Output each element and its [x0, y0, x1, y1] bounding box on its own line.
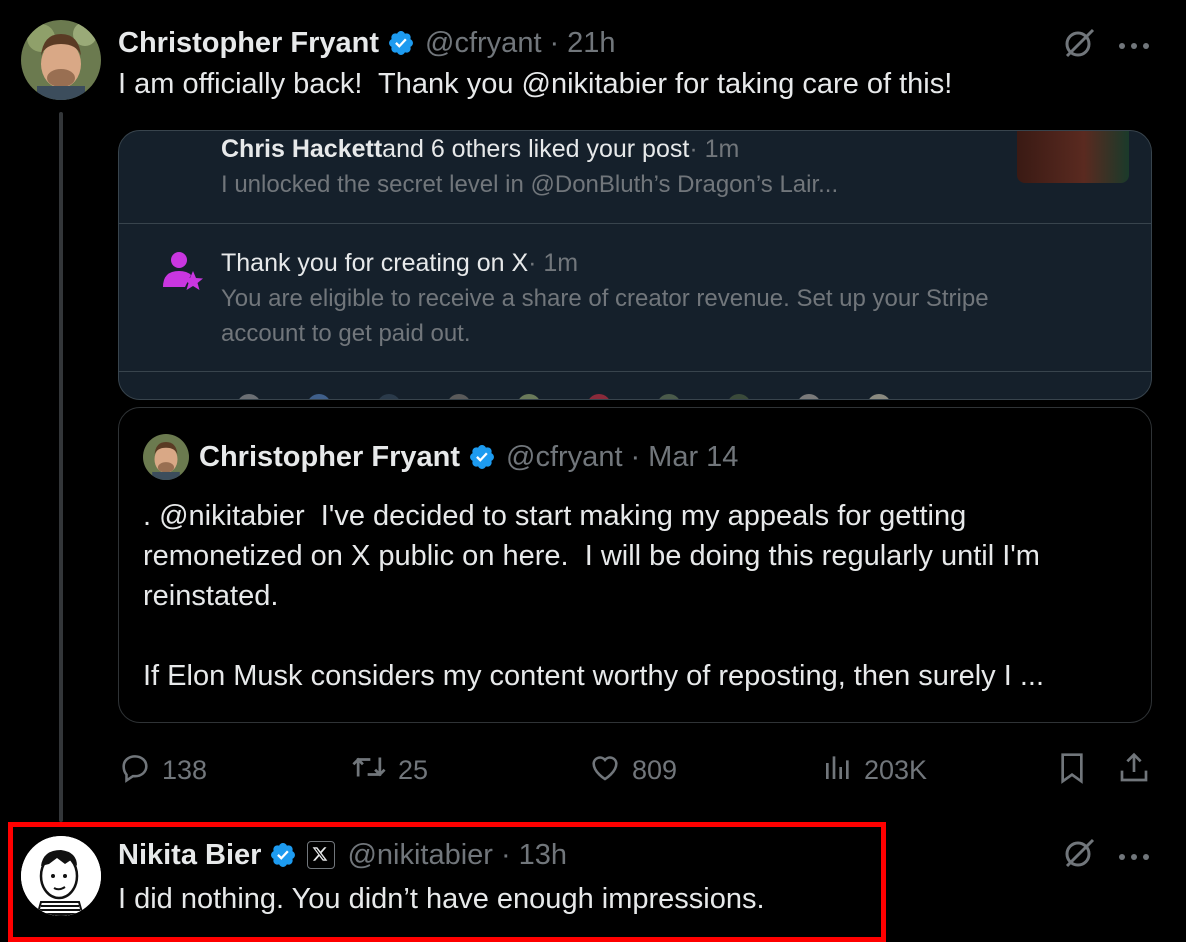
notif-creator-subtext-1: You are eligible to receive a share of c…: [221, 285, 989, 312]
views-button[interactable]: 203K: [822, 750, 927, 791]
separator: ·: [630, 440, 641, 473]
quote-date: Mar 14: [648, 440, 739, 473]
reply-icon: [118, 750, 152, 791]
verified-badge-icon: [468, 443, 496, 471]
notif-creator-title: Thank you for creating on X: [221, 249, 529, 277]
quote-author-avatar: [143, 434, 189, 480]
thumbnail-image: [1017, 131, 1129, 183]
repost-button[interactable]: 25: [350, 750, 428, 791]
quote-author-name: Christopher Fryant: [199, 440, 461, 473]
notif-like-action: and 6 others liked your post: [382, 135, 690, 163]
quote-author-handle: @cfryant: [506, 440, 623, 473]
more-icon[interactable]: [1118, 849, 1150, 867]
separator: ·: [549, 26, 560, 59]
tweet-time[interactable]: 21h: [567, 27, 615, 60]
views-count: 203K: [864, 755, 928, 785]
reply-author-name[interactable]: Nikita Bier: [118, 839, 261, 872]
repost-icon: [350, 750, 388, 791]
x-logo-icon: [307, 841, 336, 869]
attached-screenshot[interactable]: Chris Hackett and 6 others liked your po…: [118, 130, 1152, 400]
notif-creator-subtext-2: account to get paid out.: [221, 320, 471, 347]
views-icon: [822, 750, 854, 791]
reply-button[interactable]: 138: [118, 750, 207, 791]
divider: [119, 371, 1151, 372]
like-icon: [588, 750, 622, 791]
quote-text-line-3: reinstated.: [143, 580, 279, 612]
like-button[interactable]: 809: [588, 750, 677, 791]
notif-like-subtext: I unlocked the secret level in @DonBluth…: [221, 171, 839, 198]
reply-author-handle[interactable]: @nikitabier: [347, 839, 493, 872]
verified-badge-icon: [269, 841, 297, 869]
reply-count: 138: [162, 755, 208, 785]
creator-star-icon: [161, 249, 205, 298]
reply-time[interactable]: 13h: [519, 839, 567, 872]
divider: [119, 223, 1151, 224]
tweet-text: I am officially back! Thank you @nikitab…: [118, 68, 953, 100]
notif-creator-time: · 1m: [528, 249, 579, 277]
reply-author-avatar[interactable]: [21, 836, 101, 916]
bookmark-icon[interactable]: [1056, 750, 1088, 791]
grok-icon[interactable]: [1062, 836, 1096, 875]
quote-text-line-4: If Elon Musk considers my content worthy…: [143, 660, 1045, 692]
like-count: 809: [632, 755, 678, 785]
notif-like-time: · 1m: [689, 135, 740, 163]
repost-count: 25: [398, 755, 429, 785]
author-handle[interactable]: @cfryant: [425, 27, 541, 60]
reply-text: I did nothing. You didn’t have enough im…: [118, 883, 765, 915]
author-name[interactable]: Christopher Fryant: [118, 27, 379, 60]
verified-badge-icon: [387, 29, 415, 57]
author-avatar[interactable]: [21, 20, 101, 100]
avatar-strip: [231, 393, 1031, 399]
notif-liker-name: Chris Hackett: [221, 135, 383, 163]
thread-connector-line: [59, 112, 63, 822]
quote-text-line-1: . @nikitabier I've decided to start maki…: [143, 500, 967, 532]
share-icon[interactable]: [1118, 750, 1150, 791]
more-icon[interactable]: [1118, 38, 1150, 56]
quoted-tweet-card[interactable]: Christopher Fryant @cfryant · Mar 14 . @…: [118, 407, 1152, 723]
separator: ·: [500, 838, 511, 871]
grok-icon[interactable]: [1062, 26, 1096, 65]
quote-text-line-2: remonetized on X public on here. I will …: [143, 540, 1040, 572]
